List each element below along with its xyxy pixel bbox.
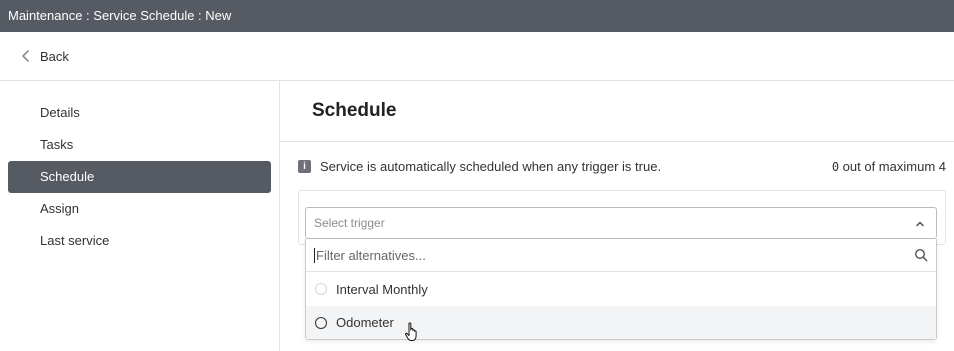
window-title-bar: Maintenance : Service Schedule : New (0, 0, 954, 32)
chevron-up-icon (914, 217, 926, 229)
option-interval-monthly[interactable]: Interval Monthly (306, 272, 936, 306)
trigger-select-placeholder: Select trigger (314, 216, 385, 230)
info-row: i Service is automatically scheduled whe… (298, 158, 946, 174)
sidebar-item-tasks[interactable]: Tasks (8, 129, 271, 161)
sidebar-item-label: Details (40, 105, 80, 120)
page-title: Schedule (280, 81, 954, 142)
option-label: Interval Monthly (336, 281, 428, 297)
sidebar-item-label: Tasks (40, 137, 74, 152)
sidebar-item-schedule[interactable]: Schedule (8, 161, 271, 193)
radio-icon (315, 316, 327, 329)
option-odometer[interactable]: Odometer (306, 306, 936, 339)
sidebar-item-last-service[interactable]: Last service (8, 225, 271, 257)
trigger-counter: 0 out of maximum 4 (832, 159, 946, 174)
chevron-left-icon (18, 48, 34, 64)
sidebar-item-label: Assign (40, 201, 80, 216)
trigger-count: 0 (831, 159, 840, 174)
back-label: Back (40, 48, 69, 64)
filter-input[interactable] (316, 247, 914, 263)
trigger-count-suffix: out of maximum 4 (842, 158, 946, 174)
sidebar-nav: Details Tasks Schedule Assign Last servi… (0, 81, 280, 351)
sidebar-item-assign[interactable]: Assign (8, 193, 271, 225)
filter-row (306, 239, 936, 272)
back-button[interactable]: Back (0, 32, 954, 81)
info-icon: i (298, 159, 311, 173)
sidebar-item-label: Schedule (40, 169, 95, 184)
text-caret (314, 247, 315, 263)
window-title: Maintenance : Service Schedule : New (8, 8, 232, 23)
radio-icon (315, 283, 327, 295)
option-label: Odometer (336, 315, 394, 330)
sidebar-item-label: Last service (40, 233, 110, 248)
trigger-select[interactable]: Select trigger (305, 207, 937, 239)
info-text: Service is automatically scheduled when … (320, 158, 662, 174)
sidebar-item-details[interactable]: Details (8, 97, 271, 129)
trigger-dropdown: Interval Monthly Odometer (305, 239, 937, 340)
search-icon[interactable] (914, 248, 928, 262)
